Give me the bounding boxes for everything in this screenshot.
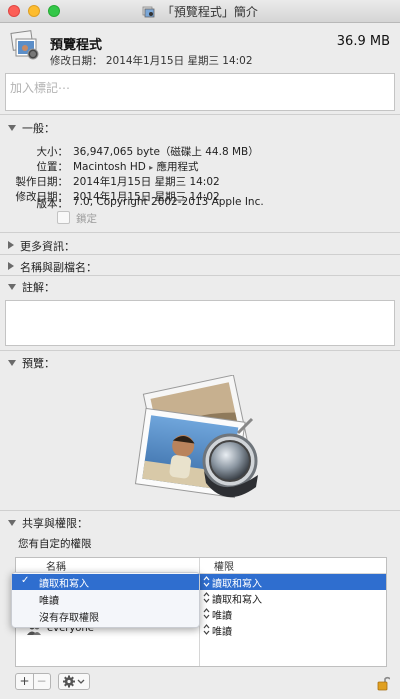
divider — [0, 114, 400, 115]
divider — [0, 510, 400, 511]
menu-item-read-only[interactable]: 唯讀 — [12, 591, 199, 607]
created-label: 製作日期： — [15, 176, 69, 188]
divider — [0, 232, 400, 233]
section-more-info-title: 更多資訊： — [20, 240, 75, 253]
remove-user-button[interactable]: − — [33, 674, 50, 689]
privilege-cell[interactable]: 唯讀 — [202, 607, 232, 622]
disclosure-open-icon — [8, 360, 16, 366]
section-general-title: 一般： — [22, 122, 55, 135]
window-title: 「預覽程式」簡介 — [161, 5, 258, 19]
window-title-wrap: 「預覽程式」簡介 — [0, 3, 400, 20]
app-name: 預覽程式 — [50, 38, 103, 53]
disclosure-open-icon — [8, 520, 16, 526]
section-name-ext-header[interactable]: 名稱與副檔名： — [8, 259, 97, 275]
lock-open-icon[interactable] — [377, 675, 390, 691]
location-volume: Macintosh HD — [73, 161, 146, 173]
privilege-value: 讀取和寫入 — [212, 595, 262, 606]
title-bar: 「預覽程式」簡介 — [0, 0, 400, 23]
disclosure-closed-icon — [8, 262, 14, 270]
section-preview-title: 預覽： — [22, 357, 55, 370]
privilege-cell[interactable]: 讀取和寫入 — [202, 591, 262, 606]
section-sharing-title: 共享與權限： — [22, 517, 88, 530]
menu-item-label: 讀取和寫入 — [39, 579, 89, 590]
menu-item-read-write[interactable]: ✓ 讀取和寫入 — [12, 574, 199, 590]
section-comments-header[interactable]: 註解： — [8, 279, 55, 295]
privilege-cell[interactable]: 讀取和寫入 — [202, 575, 262, 590]
locked-label: 鎖定 — [76, 213, 97, 225]
section-comments-title: 註解： — [22, 281, 55, 294]
section-general-header[interactable]: 一般： — [8, 120, 55, 136]
location-label: 位置： — [36, 161, 69, 173]
privilege-value: 唯讀 — [212, 611, 232, 622]
column-header-privilege[interactable]: 權限 — [200, 558, 386, 574]
size-label: 大小： — [36, 146, 69, 158]
disclosure-closed-icon — [8, 241, 14, 249]
bottom-toolbar: + − — [0, 669, 400, 699]
location-folder: 應用程式 — [156, 161, 199, 173]
divider — [0, 275, 400, 276]
divider — [0, 254, 400, 255]
menu-item-label: 唯讀 — [39, 596, 59, 607]
permissions-note: 您有自定的權限 — [18, 538, 92, 550]
gear-icon — [63, 675, 85, 688]
add-user-button[interactable]: + — [16, 674, 34, 689]
preview-app-icon-large — [10, 30, 39, 60]
size-value: 36,947,065 byte（磁碟上 44.8 MB） — [73, 146, 259, 158]
created-value: 2014年1月15日 星期三 14:02 — [73, 176, 220, 188]
version-label: 版本： — [36, 198, 69, 210]
section-sharing-header[interactable]: 共享與權限： — [8, 515, 88, 531]
section-preview-header[interactable]: 預覽： — [8, 355, 55, 371]
preview-app-icon — [142, 6, 155, 18]
privilege-value: 唯讀 — [212, 627, 232, 638]
tags-placeholder: 加入標記⋯ — [10, 81, 71, 95]
location-value: Macintosh HD ▸ 應用程式 — [73, 159, 199, 174]
privilege-cell[interactable]: 唯讀 — [202, 623, 232, 638]
version-value: 7.0, Copyright 2002-2013 Apple Inc. — [73, 196, 264, 208]
menu-item-label: 沒有存取權限 — [39, 613, 99, 624]
privilege-popup-menu: ✓ 讀取和寫入 唯讀 沒有存取權限 — [11, 572, 200, 628]
disclosure-open-icon — [8, 125, 16, 131]
checkmark-icon: ✓ — [21, 575, 30, 586]
app-size: 36.9 MB — [336, 34, 390, 49]
locked-checkbox[interactable] — [57, 211, 70, 224]
privilege-value: 讀取和寫入 — [212, 579, 262, 590]
divider — [0, 350, 400, 351]
disclosure-open-icon — [8, 284, 16, 290]
tags-field[interactable]: 加入標記⋯ — [5, 73, 395, 111]
add-remove-buttons: + − — [15, 673, 51, 690]
app-modified-date: 修改日期： 2014年1月15日 星期三 14:02 — [50, 55, 253, 67]
preview-app-image — [134, 375, 258, 499]
section-name-ext-title: 名稱與副檔名： — [20, 261, 97, 274]
action-menu-button[interactable] — [58, 673, 90, 690]
path-arrow-icon: ▸ — [149, 163, 154, 172]
section-more-info-header[interactable]: 更多資訊： — [8, 238, 75, 254]
locked-row[interactable]: 鎖定 — [57, 211, 97, 226]
menu-item-no-access[interactable]: 沒有存取權限 — [12, 608, 199, 624]
comments-field[interactable] — [5, 300, 395, 346]
